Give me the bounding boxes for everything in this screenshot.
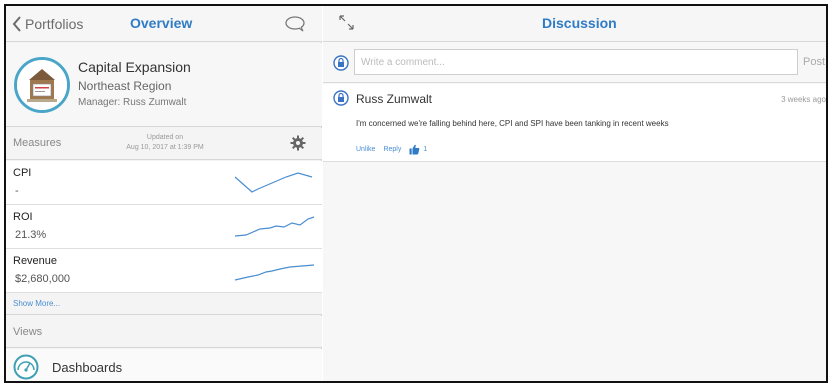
updated-line2: Aug 10, 2017 at 1:39 PM bbox=[126, 144, 204, 151]
project-manager: Manager: Russ Zumwalt bbox=[78, 97, 187, 108]
comment-item: Russ Zumwalt 3 weeks ago I'm concerned w… bbox=[323, 84, 826, 162]
gauge-icon bbox=[13, 354, 39, 380]
measure-name: CPI bbox=[13, 167, 32, 179]
measure-name: Revenue bbox=[13, 255, 58, 267]
overview-pane: Portfolios Overview Capital Expansion No… bbox=[6, 6, 322, 381]
unlike-link[interactable]: Unlike bbox=[356, 146, 375, 153]
post-button[interactable]: Post bbox=[803, 56, 825, 68]
measure-value: $2,680,000 bbox=[15, 273, 71, 285]
cpi-sparkline bbox=[234, 172, 313, 193]
chevron-left-icon bbox=[12, 16, 21, 32]
lock-icon bbox=[333, 90, 349, 106]
measures-section-header: Measures Updated on Aug 10, 2017 at 1:39… bbox=[6, 128, 322, 160]
comment-text: I'm concerned we're falling behind here,… bbox=[356, 119, 669, 128]
project-avatar bbox=[14, 57, 70, 113]
back-button-label: Portfolios bbox=[25, 16, 84, 32]
building-icon bbox=[17, 60, 67, 110]
project-card[interactable]: Capital Expansion Northeast Region Manag… bbox=[6, 43, 322, 127]
views-section-header: Views bbox=[6, 316, 322, 348]
overview-header: Portfolios Overview bbox=[6, 6, 322, 42]
discussion-pane: Discussion Post Russ Zumwalt 3 weeks ago… bbox=[323, 6, 826, 381]
measure-name: ROI bbox=[13, 211, 33, 223]
reply-link[interactable]: Reply bbox=[383, 146, 401, 153]
updated-line1: Updated on bbox=[146, 134, 184, 141]
project-region: Northeast Region bbox=[78, 79, 172, 93]
measure-row-roi[interactable]: ROI 21.3% bbox=[6, 205, 322, 249]
discussion-header: Discussion bbox=[323, 6, 826, 42]
app-window: Portfolios Overview Capital Expansion No… bbox=[4, 4, 828, 383]
show-more-row: Show More... bbox=[6, 293, 322, 315]
measure-row-cpi[interactable]: CPI - bbox=[6, 161, 322, 205]
comment-timestamp: 3 weeks ago bbox=[781, 95, 826, 104]
measure-row-revenue[interactable]: Revenue $2,680,000 bbox=[6, 249, 322, 293]
back-to-portfolios-button[interactable]: Portfolios bbox=[12, 14, 83, 34]
updated-timestamp: Updated on Aug 10, 2017 at 1:39 PM bbox=[110, 133, 220, 153]
comment-input[interactable] bbox=[354, 49, 798, 75]
view-item-label: Dashboards bbox=[52, 360, 123, 375]
comment-actions: Unlike Reply 1 bbox=[356, 144, 435, 155]
comment-author: Russ Zumwalt bbox=[356, 92, 433, 106]
like-count: 1 bbox=[423, 146, 428, 153]
revenue-sparkline bbox=[234, 264, 315, 281]
measure-value: - bbox=[15, 185, 19, 197]
project-title: Capital Expansion bbox=[78, 59, 191, 75]
page-title: Overview bbox=[130, 15, 193, 31]
view-item-dashboards[interactable]: Dashboards bbox=[6, 349, 322, 381]
chat-bubble-icon[interactable] bbox=[284, 15, 306, 33]
roi-sparkline bbox=[234, 216, 315, 237]
views-label: Views bbox=[13, 326, 43, 338]
show-more-link[interactable]: Show More... bbox=[13, 299, 60, 308]
discussion-title: Discussion bbox=[542, 15, 617, 31]
gear-icon[interactable] bbox=[290, 135, 306, 151]
measures-label: Measures bbox=[13, 137, 62, 149]
collapse-arrows-icon[interactable] bbox=[338, 14, 356, 32]
thumbs-up-icon[interactable] bbox=[409, 144, 420, 155]
lock-icon bbox=[333, 55, 349, 71]
comment-compose: Post bbox=[323, 43, 826, 83]
measure-value: 21.3% bbox=[15, 229, 47, 241]
